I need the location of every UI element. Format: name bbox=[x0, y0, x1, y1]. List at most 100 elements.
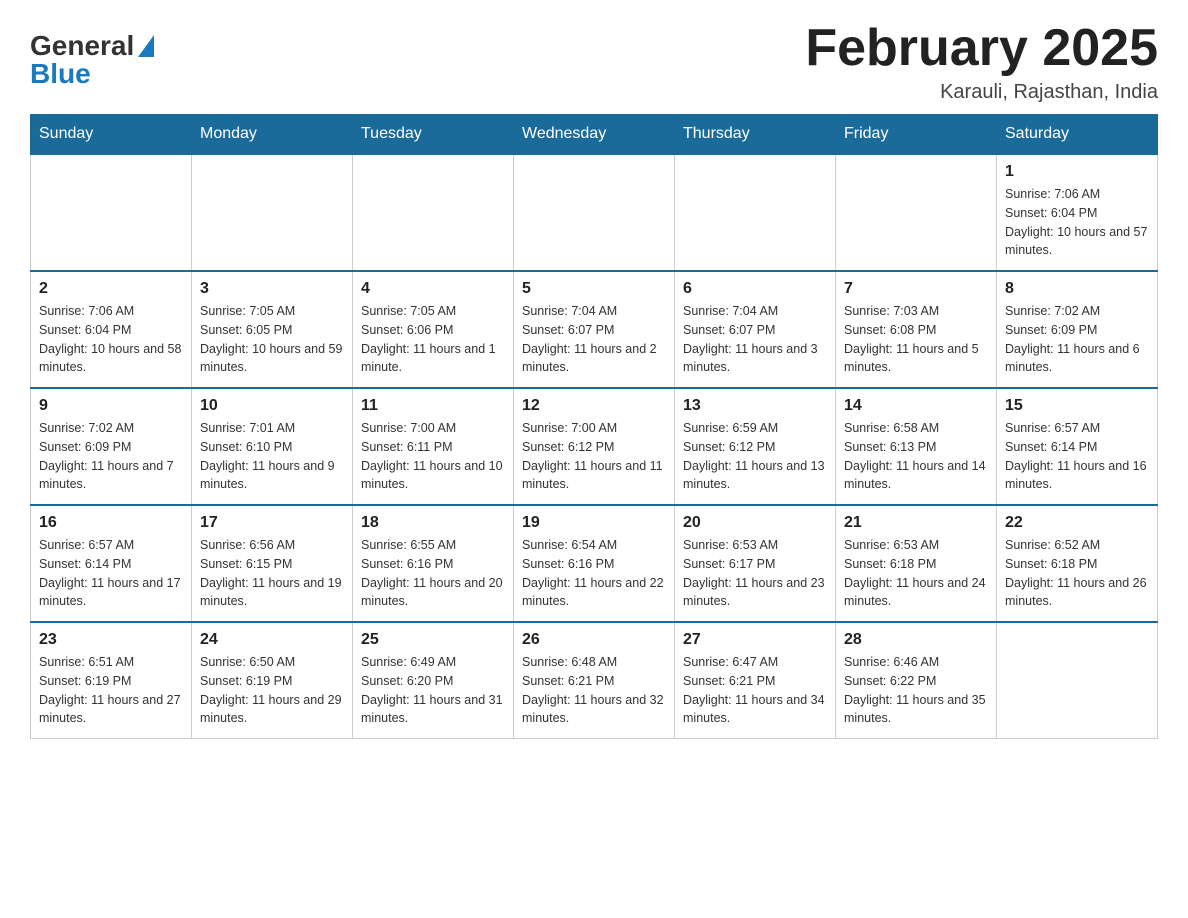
day-number: 16 bbox=[39, 514, 183, 532]
calendar-week-row: 16 Sunrise: 6:57 AMSunset: 6:14 PMDayligh… bbox=[31, 505, 1158, 622]
calendar-week-row: 23Sunrise: 6:51 AMSunset: 6:19 PMDayligh… bbox=[31, 622, 1158, 739]
calendar-day-header: Wednesday bbox=[514, 115, 675, 155]
calendar-day-cell: 25 Sunrise: 6:49 AMSunset: 6:20 PMDayligh… bbox=[353, 622, 514, 739]
day-number: 25 bbox=[361, 631, 505, 649]
calendar-day-cell: 28 Sunrise: 6:46 AMSunset: 6:22 PMDayligh… bbox=[836, 622, 997, 739]
calendar-header-row: SundayMondayTuesdayWednesdayThursdayFrid… bbox=[31, 115, 1158, 155]
day-number: 21 bbox=[844, 514, 988, 532]
day-info: Sunrise: 6:57 AMSunset: 6:14 PMDaylight:… bbox=[1005, 419, 1149, 494]
day-number: 17 bbox=[200, 514, 344, 532]
calendar-day-cell: 3 Sunrise: 7:05 AMSunset: 6:05 PMDaylight… bbox=[192, 271, 353, 388]
calendar-day-cell: 14Sunrise: 6:58 AMSunset: 6:13 PMDayligh… bbox=[836, 388, 997, 505]
day-number: 4 bbox=[361, 280, 505, 298]
day-info: Sunrise: 6:58 AMSunset: 6:13 PMDaylight:… bbox=[844, 419, 988, 494]
day-number: 11 bbox=[361, 397, 505, 415]
day-info: Sunrise: 7:05 AMSunset: 6:05 PMDaylight:… bbox=[200, 302, 344, 377]
calendar-day-cell: 27Sunrise: 6:47 AMSunset: 6:21 PMDayligh… bbox=[675, 622, 836, 739]
calendar-day-cell: 22 Sunrise: 6:52 AMSunset: 6:18 PMDayligh… bbox=[997, 505, 1158, 622]
calendar-day-cell: 26 Sunrise: 6:48 AMSunset: 6:21 PMDayligh… bbox=[514, 622, 675, 739]
day-number: 1 bbox=[1005, 163, 1149, 181]
day-number: 20 bbox=[683, 514, 827, 532]
calendar-day-cell: 5 Sunrise: 7:04 AMSunset: 6:07 PMDaylight… bbox=[514, 271, 675, 388]
day-info: Sunrise: 6:53 AMSunset: 6:17 PMDaylight:… bbox=[683, 536, 827, 611]
day-info: Sunrise: 6:48 AMSunset: 6:21 PMDaylight:… bbox=[522, 653, 666, 728]
day-info: Sunrise: 7:01 AMSunset: 6:10 PMDaylight:… bbox=[200, 419, 344, 494]
day-info: Sunrise: 6:56 AMSunset: 6:15 PMDaylight:… bbox=[200, 536, 344, 611]
day-number: 3 bbox=[200, 280, 344, 298]
calendar-day-cell: 23Sunrise: 6:51 AMSunset: 6:19 PMDayligh… bbox=[31, 622, 192, 739]
calendar-day-cell bbox=[675, 154, 836, 271]
calendar-table: SundayMondayTuesdayWednesdayThursdayFrid… bbox=[30, 114, 1158, 739]
calendar-day-header: Sunday bbox=[31, 115, 192, 155]
calendar-day-cell: 2 Sunrise: 7:06 AMSunset: 6:04 PMDaylight… bbox=[31, 271, 192, 388]
day-info: Sunrise: 7:05 AMSunset: 6:06 PMDaylight:… bbox=[361, 302, 505, 377]
day-info: Sunrise: 7:04 AMSunset: 6:07 PMDaylight:… bbox=[522, 302, 666, 377]
day-number: 13 bbox=[683, 397, 827, 415]
calendar-day-header: Saturday bbox=[997, 115, 1158, 155]
calendar-week-row: 1Sunrise: 7:06 AMSunset: 6:04 PMDaylight… bbox=[31, 154, 1158, 271]
day-info: Sunrise: 6:50 AMSunset: 6:19 PMDaylight:… bbox=[200, 653, 344, 728]
logo-blue-text: Blue bbox=[30, 58, 91, 90]
day-info: Sunrise: 7:03 AMSunset: 6:08 PMDaylight:… bbox=[844, 302, 988, 377]
calendar-week-row: 9Sunrise: 7:02 AMSunset: 6:09 PMDaylight… bbox=[31, 388, 1158, 505]
day-number: 15 bbox=[1005, 397, 1149, 415]
day-info: Sunrise: 6:52 AMSunset: 6:18 PMDaylight:… bbox=[1005, 536, 1149, 611]
day-number: 24 bbox=[200, 631, 344, 649]
day-info: Sunrise: 6:46 AMSunset: 6:22 PMDaylight:… bbox=[844, 653, 988, 728]
day-info: Sunrise: 6:53 AMSunset: 6:18 PMDaylight:… bbox=[844, 536, 988, 611]
calendar-day-cell: 10 Sunrise: 7:01 AMSunset: 6:10 PMDayligh… bbox=[192, 388, 353, 505]
calendar-day-cell bbox=[31, 154, 192, 271]
calendar-day-cell: 16 Sunrise: 6:57 AMSunset: 6:14 PMDayligh… bbox=[31, 505, 192, 622]
calendar-day-cell: 12 Sunrise: 7:00 AMSunset: 6:12 PMDayligh… bbox=[514, 388, 675, 505]
day-info: Sunrise: 6:54 AMSunset: 6:16 PMDaylight:… bbox=[522, 536, 666, 611]
day-info: Sunrise: 7:06 AMSunset: 6:04 PMDaylight:… bbox=[39, 302, 183, 377]
day-info: Sunrise: 7:02 AMSunset: 6:09 PMDaylight:… bbox=[39, 419, 183, 494]
day-info: Sunrise: 6:49 AMSunset: 6:20 PMDaylight:… bbox=[361, 653, 505, 728]
day-number: 10 bbox=[200, 397, 344, 415]
day-info: Sunrise: 7:00 AMSunset: 6:12 PMDaylight:… bbox=[522, 419, 666, 494]
calendar-day-cell bbox=[514, 154, 675, 271]
day-number: 22 bbox=[1005, 514, 1149, 532]
calendar-day-cell: 4 Sunrise: 7:05 AMSunset: 6:06 PMDaylight… bbox=[353, 271, 514, 388]
calendar-day-cell bbox=[353, 154, 514, 271]
day-info: Sunrise: 6:47 AMSunset: 6:21 PMDaylight:… bbox=[683, 653, 827, 728]
calendar-week-row: 2 Sunrise: 7:06 AMSunset: 6:04 PMDaylight… bbox=[31, 271, 1158, 388]
day-info: Sunrise: 6:51 AMSunset: 6:19 PMDaylight:… bbox=[39, 653, 183, 728]
calendar-day-cell: 19 Sunrise: 6:54 AMSunset: 6:16 PMDayligh… bbox=[514, 505, 675, 622]
calendar-day-cell: 21 Sunrise: 6:53 AMSunset: 6:18 PMDayligh… bbox=[836, 505, 997, 622]
day-number: 5 bbox=[522, 280, 666, 298]
calendar-day-cell: 24 Sunrise: 6:50 AMSunset: 6:19 PMDayligh… bbox=[192, 622, 353, 739]
logo: General Blue bbox=[30, 30, 154, 90]
calendar-day-cell: 7 Sunrise: 7:03 AMSunset: 6:08 PMDaylight… bbox=[836, 271, 997, 388]
calendar-day-cell: 11 Sunrise: 7:00 AMSunset: 6:11 PMDayligh… bbox=[353, 388, 514, 505]
day-number: 2 bbox=[39, 280, 183, 298]
day-number: 19 bbox=[522, 514, 666, 532]
calendar-day-cell: 1Sunrise: 7:06 AMSunset: 6:04 PMDaylight… bbox=[997, 154, 1158, 271]
calendar-day-header: Tuesday bbox=[353, 115, 514, 155]
day-number: 12 bbox=[522, 397, 666, 415]
day-info: Sunrise: 7:02 AMSunset: 6:09 PMDaylight:… bbox=[1005, 302, 1149, 377]
calendar-day-header: Monday bbox=[192, 115, 353, 155]
day-info: Sunrise: 6:55 AMSunset: 6:16 PMDaylight:… bbox=[361, 536, 505, 611]
month-title: February 2025 bbox=[805, 20, 1158, 77]
calendar-day-cell: 15 Sunrise: 6:57 AMSunset: 6:14 PMDayligh… bbox=[997, 388, 1158, 505]
page-header: General Blue February 2025 Karauli, Raja… bbox=[30, 20, 1158, 104]
calendar-day-cell bbox=[192, 154, 353, 271]
calendar-day-cell: 17 Sunrise: 6:56 AMSunset: 6:15 PMDayligh… bbox=[192, 505, 353, 622]
calendar-day-cell: 8Sunrise: 7:02 AMSunset: 6:09 PMDaylight… bbox=[997, 271, 1158, 388]
title-section: February 2025 Karauli, Rajasthan, India bbox=[805, 20, 1158, 104]
calendar-day-cell: 13 Sunrise: 6:59 AMSunset: 6:12 PMDayligh… bbox=[675, 388, 836, 505]
day-number: 26 bbox=[522, 631, 666, 649]
day-number: 7 bbox=[844, 280, 988, 298]
calendar-day-cell: 18 Sunrise: 6:55 AMSunset: 6:16 PMDayligh… bbox=[353, 505, 514, 622]
calendar-day-cell: 9Sunrise: 7:02 AMSunset: 6:09 PMDaylight… bbox=[31, 388, 192, 505]
day-info: Sunrise: 6:59 AMSunset: 6:12 PMDaylight:… bbox=[683, 419, 827, 494]
calendar-day-header: Friday bbox=[836, 115, 997, 155]
day-number: 18 bbox=[361, 514, 505, 532]
calendar-day-cell bbox=[997, 622, 1158, 739]
location-subtitle: Karauli, Rajasthan, India bbox=[805, 81, 1158, 104]
day-info: Sunrise: 7:00 AMSunset: 6:11 PMDaylight:… bbox=[361, 419, 505, 494]
day-number: 6 bbox=[683, 280, 827, 298]
day-info: Sunrise: 6:57 AMSunset: 6:14 PMDaylight:… bbox=[39, 536, 183, 611]
day-number: 28 bbox=[844, 631, 988, 649]
